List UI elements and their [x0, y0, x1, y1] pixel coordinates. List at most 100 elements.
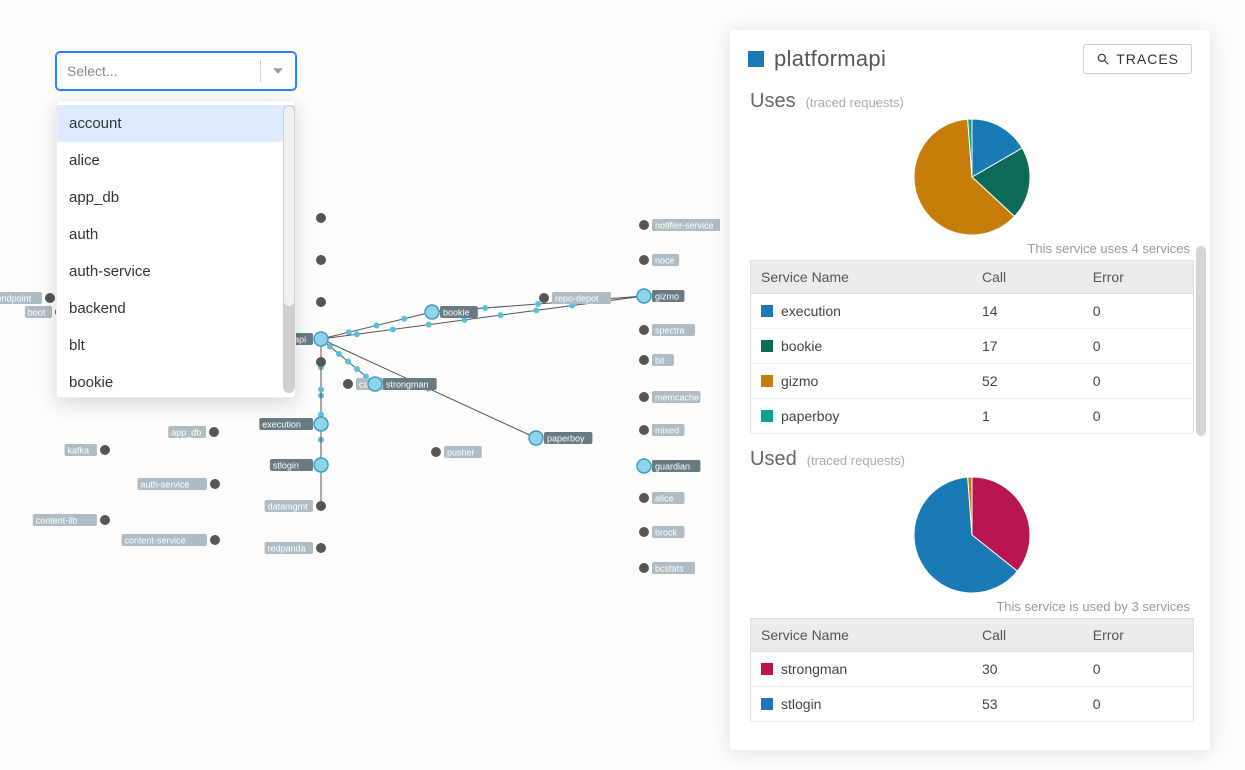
service-cell-call: 1: [972, 399, 1083, 434]
graph-node[interactable]: pusher: [431, 446, 482, 458]
table-row[interactable]: strongman300: [751, 652, 1194, 687]
graph-node[interactable]: execution: [259, 417, 328, 431]
graph-node-dot[interactable]: [316, 543, 326, 553]
graph-node-dot[interactable]: [316, 213, 326, 223]
select-option[interactable]: blt: [57, 327, 295, 364]
graph-node[interactable]: api: [291, 332, 328, 346]
graph-node[interactable]: content-lib: [33, 514, 110, 526]
graph-node[interactable]: content-service: [122, 534, 221, 546]
graph-node[interactable]: bcstats: [639, 562, 695, 574]
select-option[interactable]: app_db: [57, 179, 295, 216]
panel-header: platformapi TRACES: [730, 30, 1210, 84]
graph-node-dot[interactable]: [539, 293, 549, 303]
graph-node-dot[interactable]: [314, 417, 328, 431]
graph-node-dot[interactable]: [314, 332, 328, 346]
graph-node-dot[interactable]: [316, 501, 326, 511]
select-option[interactable]: backend: [57, 290, 295, 327]
graph-node[interactable]: bit: [639, 354, 674, 366]
graph-node[interactable]: gizmo: [637, 289, 685, 303]
graph-node[interactable]: stlogin: [270, 458, 328, 472]
graph-node-dot[interactable]: [637, 289, 651, 303]
graph-node[interactable]: alice: [639, 492, 685, 504]
graph-node-dot[interactable]: [316, 255, 326, 265]
used-col-call: Call: [972, 619, 1083, 652]
select-option[interactable]: auth: [57, 216, 295, 253]
select-option[interactable]: alice: [57, 142, 295, 179]
graph-node-dot[interactable]: [100, 445, 110, 455]
graph-node-label: app_db: [171, 428, 201, 438]
graph-node-dot[interactable]: [639, 425, 649, 435]
graph-node[interactable]: paperboy: [529, 431, 592, 445]
select-option[interactable]: bookie: [57, 364, 295, 398]
graph-node-label: alice: [655, 494, 674, 504]
graph-node-dot[interactable]: [639, 355, 649, 365]
chevron-down-icon[interactable]: [269, 62, 287, 80]
graph-node[interactable]: datamgmt: [265, 500, 326, 512]
service-select-menu: accountaliceapp_dbauthauth-servicebacken…: [56, 100, 296, 398]
graph-node-dot[interactable]: [210, 479, 220, 489]
graph-node-dot[interactable]: [316, 297, 326, 307]
graph-node[interactable]: spectra: [639, 324, 695, 336]
graph-node-dot[interactable]: [425, 305, 439, 319]
graph-node-label: content-lib: [36, 516, 78, 526]
graph-node[interactable]: repo-depot: [539, 292, 611, 304]
graph-edge-particle: [374, 323, 380, 329]
graph-node-dot[interactable]: [529, 431, 543, 445]
service-color-swatch: [761, 410, 773, 422]
traces-button[interactable]: TRACES: [1083, 44, 1192, 74]
graph-node-dot[interactable]: [639, 220, 649, 230]
graph-node[interactable]: app_db: [168, 426, 219, 438]
graph-node-label: stlogin: [273, 461, 299, 471]
graph-node[interactable]: [316, 357, 326, 367]
graph-node[interactable]: notifier-service: [639, 219, 720, 231]
graph-node[interactable]: brock: [639, 526, 685, 538]
graph-node[interactable]: endpoint: [0, 292, 55, 304]
table-row[interactable]: paperboy10: [751, 399, 1194, 434]
select-option[interactable]: account: [57, 105, 295, 142]
graph-node-dot[interactable]: [100, 515, 110, 525]
graph-node-dot[interactable]: [639, 493, 649, 503]
graph-node[interactable]: memcache: [639, 391, 700, 403]
uses-title: Uses: [750, 90, 796, 113]
graph-node[interactable]: noce: [639, 254, 679, 266]
graph-node-dot[interactable]: [639, 563, 649, 573]
select-option[interactable]: auth-service: [57, 253, 295, 290]
select-scrollbar[interactable]: [283, 105, 295, 393]
graph-node[interactable]: bookie: [425, 305, 478, 319]
graph-node-dot[interactable]: [639, 255, 649, 265]
graph-node[interactable]: redpanda: [265, 542, 326, 554]
table-row[interactable]: gizmo520: [751, 364, 1194, 399]
graph-node[interactable]: strongman: [368, 377, 437, 391]
graph-node-dot[interactable]: [45, 293, 55, 303]
service-select-placeholder: Select...: [67, 63, 118, 79]
service-cell-call: 14: [972, 294, 1083, 329]
graph-node[interactable]: auth-service: [137, 478, 220, 490]
graph-node-dot[interactable]: [209, 427, 219, 437]
graph-node-dot[interactable]: [639, 392, 649, 402]
table-row[interactable]: execution140: [751, 294, 1194, 329]
graph-node[interactable]: [316, 297, 326, 307]
graph-node-dot[interactable]: [316, 357, 326, 367]
graph-node-dot[interactable]: [639, 325, 649, 335]
graph-node-label: redpanda: [268, 544, 306, 554]
graph-node[interactable]: kafka: [65, 444, 111, 456]
graph-node-dot[interactable]: [368, 377, 382, 391]
graph-node[interactable]: guardian: [637, 459, 700, 473]
uses-subtitle: (traced requests): [806, 95, 904, 110]
graph-node-dot[interactable]: [343, 379, 353, 389]
graph-node-dot[interactable]: [639, 527, 649, 537]
graph-node-dot[interactable]: [637, 459, 651, 473]
service-cell-name: strongman: [781, 661, 847, 677]
used-pie-chart: [907, 475, 1037, 595]
table-row[interactable]: bookie170: [751, 329, 1194, 364]
graph-node[interactable]: [316, 213, 326, 223]
graph-node[interactable]: [316, 255, 326, 265]
select-scrollbar-thumb[interactable]: [283, 105, 295, 307]
panel-scrollbar[interactable]: [1196, 246, 1206, 436]
graph-node[interactable]: mixed: [639, 424, 685, 436]
graph-node-dot[interactable]: [314, 458, 328, 472]
service-select-control[interactable]: Select...: [56, 52, 296, 90]
graph-node-dot[interactable]: [210, 535, 220, 545]
graph-node-dot[interactable]: [431, 447, 441, 457]
table-row[interactable]: stlogin530: [751, 687, 1194, 722]
